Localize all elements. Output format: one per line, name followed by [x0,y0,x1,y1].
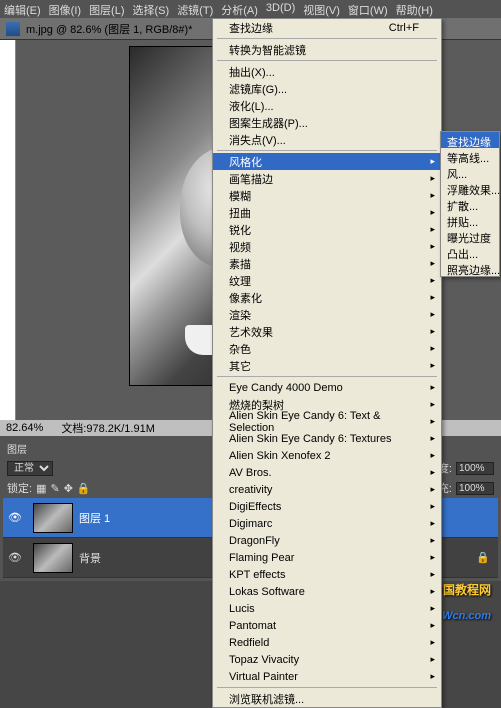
menu-item[interactable]: Eye Candy 4000 Demo [213,379,441,396]
menu-item[interactable]: 锐化 [213,221,441,238]
menu-item[interactable]: Pantomat [213,617,441,634]
visibility-eye-icon[interactable]: 👁 [3,511,27,524]
menu-item[interactable]: 艺术效果 [213,323,441,340]
layer-name: 背景 [79,550,101,566]
visibility-eye-icon[interactable]: 👁 [3,551,27,564]
menu-item[interactable]: 素描 [213,255,441,272]
menu-item[interactable]: 模糊 [213,187,441,204]
menu-E[interactable]: 编辑(E) [4,2,41,16]
menu-item[interactable]: Lucis [213,600,441,617]
menu-separator [217,687,437,688]
menu-item[interactable]: 液化(L)... [213,97,441,114]
menu-item[interactable]: Redfield [213,634,441,651]
menu-item[interactable]: KPT effects [213,566,441,583]
menu-item[interactable]: 抽出(X)... [213,63,441,80]
menu-item[interactable]: DigiEffects [213,498,441,515]
lock-icon: 🔒 [476,551,490,564]
menu-S[interactable]: 选择(S) [133,2,170,16]
lock-move-icon[interactable]: ✥ [64,482,73,495]
menu-item[interactable]: 风格化 [213,153,441,170]
submenu-item[interactable]: 风... [441,164,499,180]
menu-item[interactable]: 纹理 [213,272,441,289]
menu-V[interactable]: 视图(V) [303,2,340,16]
submenu-item[interactable]: 凸出... [441,244,499,260]
menu-item[interactable]: 滤镜库(G)... [213,80,441,97]
filter-menu: 查找边缘 Ctrl+F 转换为智能滤镜 抽出(X)...滤镜库(G)...液化(… [212,18,442,708]
menu-DD[interactable]: 3D(D) [266,2,295,16]
menu-item[interactable]: 其它 [213,357,441,374]
menu-item[interactable]: creativity [213,481,441,498]
menu-item-browse-online[interactable]: 浏览联机滤镜... [213,690,441,707]
menu-item[interactable]: Flaming Pear [213,549,441,566]
menu-bar: 编辑(E) 图像(I) 图层(L) 选择(S) 滤镜(T) 分析(A) 3D(D) 视图(V)… [0,0,501,18]
menu-item[interactable]: 扭曲 [213,204,441,221]
fill-input[interactable] [456,482,494,495]
menu-item[interactable]: DragonFly [213,532,441,549]
lock-pixels-icon[interactable]: ▦ [36,482,46,495]
lock-brush-icon[interactable]: ✎ [50,482,59,495]
menu-I[interactable]: 图像(I) [49,2,81,16]
submenu-item[interactable]: 扩散... [441,196,499,212]
opacity-input[interactable] [456,462,494,475]
menu-item[interactable]: Digimarc [213,515,441,532]
ps-icon [6,22,20,36]
lock-label: 锁定: [7,480,32,496]
menu-item[interactable]: Alien Skin Xenofex 2 [213,447,441,464]
vertical-ruler [0,40,16,420]
stylize-submenu: 查找边缘等高线...风...浮雕效果...扩散...拼贴...曝光过度凸出...… [440,131,500,277]
menu-item[interactable]: 消失点(V)... [213,131,441,148]
menu-item[interactable]: 渲染 [213,306,441,323]
menu-A[interactable]: 分析(A) [221,2,258,16]
menu-item[interactable]: Virtual Painter [213,668,441,685]
submenu-item[interactable]: 查找边缘 [441,132,499,148]
submenu-item[interactable]: 曝光过度 [441,228,499,244]
doc-size: 文档:978.2K/1.91M [61,420,155,436]
menu-H[interactable]: 帮助(H) [396,2,433,16]
menu-item[interactable]: 像素化 [213,289,441,306]
menu-separator [217,376,437,377]
lock-all-icon[interactable]: 🔒 [77,482,91,495]
menu-L[interactable]: 图层(L) [89,2,124,16]
menu-item[interactable]: AV Bros. [213,464,441,481]
submenu-item[interactable]: 等高线... [441,148,499,164]
menu-separator [217,150,437,151]
menu-item[interactable]: Topaz Vivacity [213,651,441,668]
menu-item[interactable]: Lokas Software [213,583,441,600]
menu-W[interactable]: 窗口(W) [348,2,388,16]
menu-item[interactable]: 图案生成器(P)... [213,114,441,131]
submenu-item[interactable]: 浮雕效果... [441,180,499,196]
menu-T[interactable]: 滤镜(T) [177,2,213,16]
menu-item[interactable]: 视频 [213,238,441,255]
menu-item-smart-filter[interactable]: 转换为智能滤镜 [213,41,441,58]
layer-thumbnail[interactable] [33,503,73,533]
submenu-item[interactable]: 照亮边缘... [441,260,499,276]
submenu-item[interactable]: 拼贴... [441,212,499,228]
layer-name: 图层 1 [79,510,110,526]
menu-item[interactable]: Alien Skin Eye Candy 6: Text & Selection [213,413,441,430]
document-title: m.jpg @ 82.6% (图层 1, RGB/8#)* [26,21,192,37]
menu-separator [217,38,437,39]
menu-item-last-filter[interactable]: 查找边缘 Ctrl+F [213,19,441,36]
blend-mode-select[interactable]: 正常 [7,461,53,476]
menu-item[interactable]: 杂色 [213,340,441,357]
menu-item[interactable]: Alien Skin Eye Candy 6: Textures [213,430,441,447]
menu-separator [217,60,437,61]
zoom-level[interactable]: 82.64% [6,422,43,434]
menu-item[interactable]: 画笔描边 [213,170,441,187]
layer-thumbnail[interactable] [33,543,73,573]
